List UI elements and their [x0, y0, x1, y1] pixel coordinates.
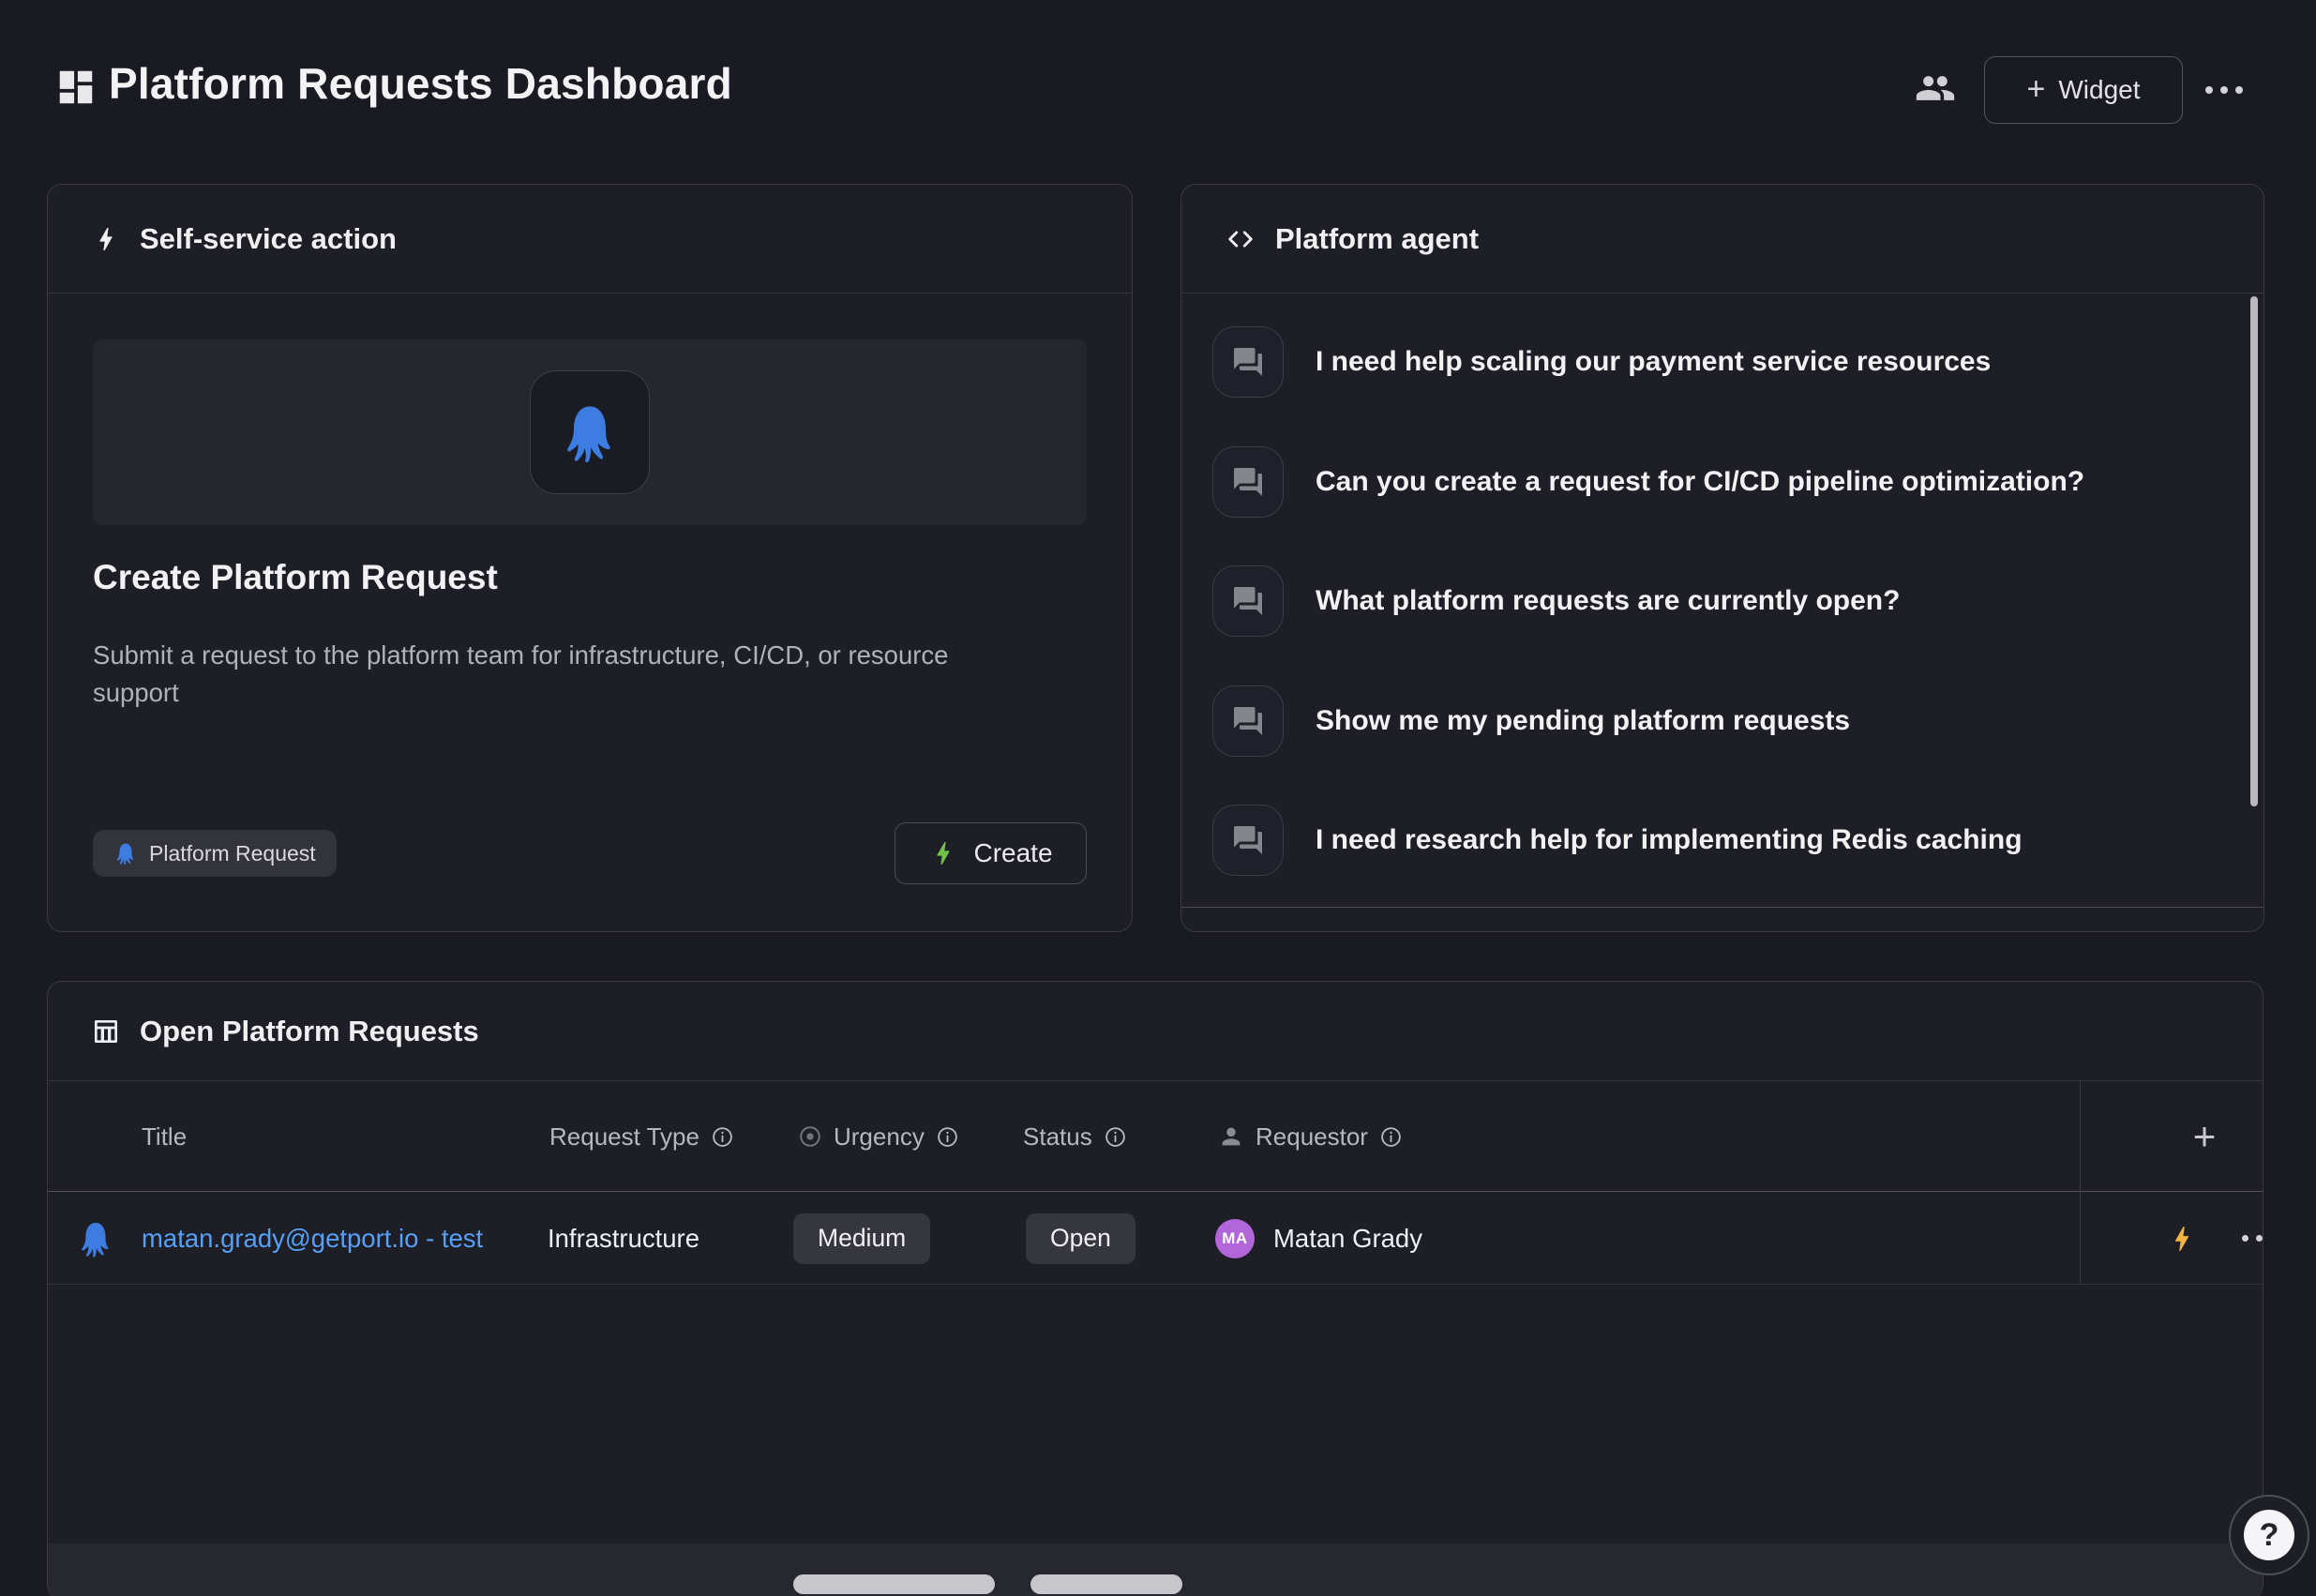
- horizontal-scroll-pill[interactable]: [1030, 1574, 1182, 1594]
- add-widget-label: Widget: [2058, 75, 2140, 105]
- requests-card-header: Open Platform Requests: [48, 982, 2263, 1081]
- row-requestor-cell: MA Matan Grady: [1215, 1192, 1422, 1285]
- add-widget-button[interactable]: + Widget: [1984, 56, 2183, 124]
- platform-request-badge-label: Platform Request: [149, 841, 316, 866]
- question-mark-icon: ?: [2244, 1510, 2294, 1560]
- agent-suggestion[interactable]: Can you create a request for CI/CD pipel…: [1212, 446, 2084, 518]
- column-label: Status: [1023, 1122, 1092, 1152]
- green-lightning-icon: [928, 838, 958, 868]
- action-description: Submit a request to the platform team fo…: [93, 637, 1040, 712]
- column-header-urgency[interactable]: Urgency: [798, 1081, 959, 1192]
- self-service-card-header: Self-service action: [48, 185, 1132, 294]
- action-hero-panel: [93, 339, 1087, 525]
- octopus-row-icon: [76, 1219, 115, 1258]
- table-header-row: Title Request Type Urgency Status: [48, 1081, 2263, 1192]
- row-status-cell: Open: [1026, 1192, 1135, 1285]
- action-logo-tile: [530, 370, 650, 494]
- create-button-label: Create: [973, 838, 1052, 868]
- column-label: Request Type: [549, 1122, 699, 1152]
- agent-scrollbar-thumb[interactable]: [2250, 296, 2258, 806]
- chat-bubble-icon: [1212, 565, 1284, 637]
- platform-agent-card: Platform agent I need help scaling our p…: [1181, 184, 2264, 932]
- agent-suggestion[interactable]: I need help scaling our payment service …: [1212, 326, 1991, 398]
- row-title-cell: matan.grady@getport.io - test: [142, 1192, 483, 1285]
- viewers-button[interactable]: [1913, 66, 1958, 111]
- platform-request-badge: Platform Request: [93, 830, 337, 877]
- agent-suggestion[interactable]: What platform requests are currently ope…: [1212, 565, 1900, 637]
- column-header-title[interactable]: Title: [142, 1081, 187, 1192]
- action-title: Create Platform Request: [93, 558, 498, 597]
- row-entity-icon-cell: [76, 1192, 115, 1285]
- chat-bubble-icon: [1212, 446, 1284, 518]
- urgency-badge: Medium: [793, 1213, 930, 1264]
- row-title-link[interactable]: matan.grady@getport.io - test: [142, 1224, 483, 1254]
- people-icon: [1915, 68, 1956, 109]
- agent-suggestion-label: What platform requests are currently ope…: [1316, 585, 1900, 617]
- row-request-type-cell: Infrastructure: [548, 1192, 699, 1285]
- agent-suggestion[interactable]: Show me my pending platform requests: [1212, 685, 1850, 757]
- plus-icon: +: [2026, 73, 2045, 105]
- agent-suggestion-label: Show me my pending platform requests: [1316, 705, 1850, 737]
- self-service-action-card: Self-service action Create Platform Requ…: [47, 184, 1133, 932]
- agent-suggestion[interactable]: I need research help for implementing Re…: [1212, 805, 2023, 876]
- column-label: Title: [142, 1122, 187, 1152]
- info-icon[interactable]: [1379, 1125, 1403, 1149]
- radio-icon: [798, 1124, 822, 1149]
- help-button[interactable]: ?: [2229, 1495, 2309, 1575]
- page-title: Platform Requests Dashboard: [109, 58, 732, 109]
- create-button[interactable]: Create: [895, 822, 1087, 884]
- code-icon: [1225, 223, 1256, 255]
- chat-bubble-icon: [1212, 685, 1284, 757]
- yellow-lightning-icon: [2166, 1223, 2198, 1255]
- octopus-badge-icon: [113, 841, 138, 866]
- chat-bubble-icon: [1212, 326, 1284, 398]
- agent-card-header: Platform agent: [1181, 185, 2263, 294]
- requests-card-title: Open Platform Requests: [140, 1015, 479, 1048]
- requestor-avatar: MA: [1215, 1219, 1255, 1258]
- self-service-card-title: Self-service action: [140, 222, 397, 256]
- row-menu-button[interactable]: [2229, 1192, 2263, 1285]
- table-footer-band: [48, 1543, 2263, 1596]
- info-icon[interactable]: [1104, 1125, 1127, 1149]
- agent-suggestion-label: I need help scaling our payment service …: [1316, 346, 1991, 378]
- ellipsis-icon: [2242, 1235, 2264, 1242]
- requestor-name: Matan Grady: [1273, 1224, 1422, 1254]
- agent-card-title: Platform agent: [1275, 222, 1479, 256]
- dashboard-grid-icon: [54, 66, 98, 109]
- column-label: Requestor: [1256, 1122, 1368, 1152]
- info-icon[interactable]: [936, 1125, 959, 1149]
- column-label: Urgency: [834, 1122, 925, 1152]
- person-icon: [1218, 1123, 1244, 1150]
- agent-suggestion-label: I need research help for implementing Re…: [1316, 824, 2023, 856]
- column-header-requestor[interactable]: Requestor: [1218, 1081, 1403, 1192]
- chat-bubble-icon: [1212, 805, 1284, 876]
- agent-footer-divider: [1181, 907, 2263, 908]
- open-platform-requests-card: Open Platform Requests Title Request Typ…: [47, 981, 2263, 1596]
- add-column-button[interactable]: +: [2148, 1081, 2261, 1192]
- page-menu-button[interactable]: [2205, 86, 2243, 94]
- status-badge: Open: [1026, 1213, 1135, 1264]
- row-urgency-cell: Medium: [793, 1192, 930, 1285]
- table-row: matan.grady@getport.io - test Infrastruc…: [48, 1192, 2263, 1285]
- agent-suggestion-label: Can you create a request for CI/CD pipel…: [1316, 466, 2084, 498]
- row-run-action-button[interactable]: [2154, 1192, 2210, 1285]
- column-header-request-type[interactable]: Request Type: [549, 1081, 734, 1192]
- horizontal-scroll-pill[interactable]: [793, 1574, 995, 1594]
- info-icon[interactable]: [711, 1125, 734, 1149]
- column-header-status[interactable]: Status: [1023, 1081, 1127, 1192]
- octopus-logo-icon: [558, 400, 622, 464]
- table-icon: [91, 1016, 121, 1046]
- lightning-icon: [91, 224, 121, 254]
